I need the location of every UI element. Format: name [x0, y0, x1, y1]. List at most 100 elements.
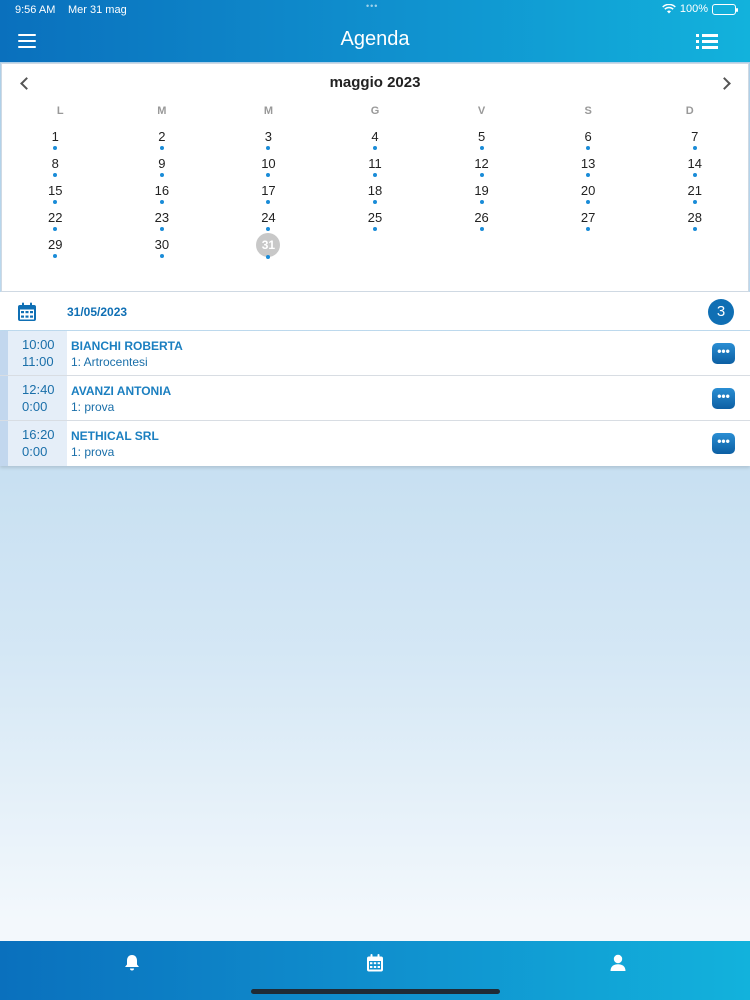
calendar-day[interactable]: 8 — [2, 153, 109, 180]
calendar-day[interactable]: 22 — [2, 207, 109, 234]
calendar-day[interactable]: 23 — [109, 207, 216, 234]
calendar-day[interactable]: 5 — [428, 126, 535, 153]
calendar-day[interactable]: 6 — [535, 126, 642, 153]
event-dot — [479, 146, 484, 150]
more-options-button[interactable]: ••• — [712, 343, 735, 364]
wifi-icon — [662, 4, 676, 14]
start-time: 16:20 — [22, 427, 55, 442]
appointment-time: 16:20 0:00 — [0, 421, 67, 466]
appointment-row[interactable]: 10:00 11:00 BIANCHI ROBERTA 1: Artrocent… — [0, 331, 750, 376]
calendar-day[interactable]: 15 — [2, 180, 109, 207]
event-dot — [53, 146, 58, 150]
calendar-day[interactable]: 12 — [428, 153, 535, 180]
weekday-label: L — [56, 105, 64, 117]
calendar-day[interactable]: 14 — [641, 153, 748, 180]
day-number: 9 — [158, 156, 166, 171]
event-dot — [53, 254, 58, 258]
month-calendar: maggio 2023 L M M G V S D 1 2 3 4 5 6 7 8 9 10 11 1… — [1, 63, 749, 292]
day-grid: 1 2 3 4 5 6 7 8 9 10 11 12 13 14 15 16 17 18 19 20 21 22 23 24 2… — [2, 126, 748, 261]
appointment-list: 10:00 11:00 BIANCHI ROBERTA 1: Artrocent… — [0, 331, 750, 466]
calendar-day[interactable]: 3 — [215, 126, 322, 153]
weekday-label: S — [584, 105, 592, 117]
multitask-dots[interactable]: ••• — [366, 1, 378, 11]
day-number: 3 — [264, 129, 273, 144]
calendar-day[interactable]: 27 — [535, 207, 642, 234]
calendar-day[interactable]: 20 — [535, 180, 642, 207]
more-options-button[interactable]: ••• — [712, 388, 735, 409]
calendar-day[interactable]: 13 — [535, 153, 642, 180]
day-number: 16 — [154, 183, 170, 198]
day-header: 31/05/2023 3 — [0, 292, 750, 330]
day-number: 18 — [367, 183, 383, 198]
weekday-label: D — [685, 105, 694, 117]
event-dot — [159, 173, 164, 177]
day-number: 4 — [371, 129, 379, 144]
event-dot — [586, 173, 591, 177]
event-dot — [692, 227, 697, 231]
event-dot — [586, 146, 591, 150]
calendar-day[interactable]: 30 — [109, 234, 216, 261]
calendar-day[interactable]: 1 — [2, 126, 109, 153]
event-dot — [266, 227, 271, 231]
appointment-time: 12:40 0:00 — [0, 376, 67, 420]
event-dot — [266, 200, 271, 204]
event-dot — [53, 200, 58, 204]
day-number: 22 — [48, 210, 63, 225]
patient-name: NETHICAL SRL — [71, 429, 159, 443]
calendar-icon — [18, 302, 36, 321]
calendar-day-selected[interactable]: 31 — [215, 233, 322, 261]
calendar-icon[interactable] — [365, 953, 385, 973]
user-icon[interactable] — [608, 953, 628, 973]
event-dot — [266, 255, 271, 259]
home-indicator[interactable] — [251, 989, 500, 994]
event-dot — [372, 173, 377, 177]
event-dot — [159, 200, 164, 204]
calendar-day[interactable]: 10 — [215, 153, 322, 180]
event-dot — [692, 146, 697, 150]
event-dot — [372, 200, 377, 204]
end-time: 0:00 — [22, 444, 48, 459]
event-dot — [692, 200, 697, 204]
event-dot — [479, 200, 484, 204]
patient-name: AVANZI ANTONIA — [71, 384, 172, 398]
list-icon[interactable] — [696, 32, 718, 50]
calendar-day[interactable]: 17 — [215, 180, 322, 207]
status-right: 100% — [662, 3, 738, 15]
appointment-count-badge: 3 — [708, 299, 734, 325]
calendar-day[interactable]: 18 — [322, 180, 429, 207]
more-options-button[interactable]: ••• — [712, 433, 735, 454]
calendar-day[interactable]: 26 — [428, 207, 535, 234]
calendar-day[interactable]: 9 — [109, 153, 216, 180]
event-dot — [372, 227, 377, 231]
calendar-header: maggio 2023 — [2, 74, 748, 96]
calendar-day[interactable]: 16 — [109, 180, 216, 207]
day-number: 21 — [687, 183, 702, 198]
chevron-right-icon[interactable] — [718, 76, 734, 92]
event-dot — [586, 227, 591, 231]
calendar-day[interactable]: 28 — [641, 207, 748, 234]
day-number: 14 — [687, 156, 702, 171]
battery-icon — [712, 3, 738, 15]
bell-icon[interactable] — [122, 953, 142, 973]
event-dot — [692, 173, 697, 177]
calendar-day[interactable]: 25 — [322, 207, 429, 234]
day-number: 25 — [367, 210, 383, 225]
day-number: 23 — [154, 210, 170, 225]
calendar-day[interactable]: 21 — [641, 180, 748, 207]
appointment-row[interactable]: 16:20 0:00 NETHICAL SRL 1: prova ••• — [0, 421, 750, 466]
calendar-day[interactable]: 2 — [109, 126, 216, 153]
day-number: 26 — [474, 210, 489, 225]
status-bar: 9:56 AM Mer 31 mag ••• 100% — [0, 0, 750, 20]
calendar-day[interactable]: 11 — [322, 153, 429, 180]
calendar-day[interactable]: 4 — [322, 126, 429, 153]
start-time: 12:40 — [22, 382, 55, 397]
appointment-row[interactable]: 12:40 0:00 AVANZI ANTONIA 1: prova ••• — [0, 376, 750, 421]
battery-percent: 100% — [679, 3, 708, 15]
weekday-label: M — [157, 105, 167, 117]
calendar-day[interactable]: 29 — [2, 234, 109, 261]
calendar-day[interactable]: 24 — [215, 207, 322, 234]
calendar-day[interactable]: 19 — [428, 180, 535, 207]
calendar-day[interactable]: 7 — [641, 126, 748, 153]
weekday-row: L M M G V S D — [2, 105, 748, 117]
day-number: 6 — [584, 129, 592, 144]
